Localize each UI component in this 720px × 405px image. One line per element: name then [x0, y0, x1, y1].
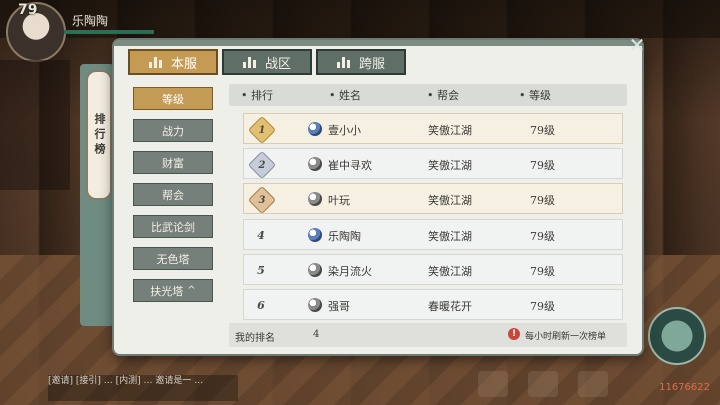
close-icon[interactable]: ✕	[626, 34, 648, 56]
guild-cell: 笑傲江湖	[428, 230, 472, 243]
left-side-menu	[0, 60, 70, 190]
player-name-cell: 壹小小	[328, 124, 361, 137]
bar-chart-icon	[336, 56, 351, 68]
player-name-cell: 强哥	[328, 300, 350, 313]
dot-icon: •	[427, 88, 434, 102]
bronze-medal-icon: 3	[247, 185, 277, 215]
category-label: 比武论剑	[151, 220, 195, 234]
dot-icon: •	[329, 88, 336, 102]
sect-icon	[308, 157, 322, 171]
tab-label: 本服	[170, 56, 197, 72]
chat-text: [邀请] [接引] … [内测] … 邀请是一 …	[48, 376, 204, 386]
category-label: 帮会	[162, 188, 184, 202]
table-row[interactable]: 2 崔中寻欢 笑傲江湖 79级	[243, 148, 623, 180]
player-name-cell: 乐陶陶	[328, 230, 361, 243]
rank-number: 4	[257, 228, 265, 242]
guild-cell: 笑傲江湖	[428, 265, 472, 278]
sect-icon	[308, 263, 322, 277]
guild-cell: 笑傲江湖	[428, 159, 472, 172]
dot-icon: •	[241, 88, 248, 102]
sect-icon	[308, 122, 322, 136]
gold-medal-icon: 1	[247, 115, 277, 145]
table-row[interactable]: 1 壹小小 笑傲江湖 79级	[243, 113, 623, 145]
table-header: • 排行 • 姓名 • 帮会 • 等级	[229, 84, 627, 106]
level-cell: 79级	[530, 265, 555, 278]
alert-icon: !	[508, 328, 520, 340]
rank-number: 5	[257, 263, 265, 277]
category-list: 等级 战力 财富 帮会 比武论剑 无色塔 扶光塔 ^	[133, 87, 213, 311]
category-fuguang-tower[interactable]: 扶光塔 ^	[133, 279, 213, 302]
category-guild[interactable]: 帮会	[133, 183, 213, 206]
bottom-button-1[interactable]	[478, 371, 508, 397]
my-rank-label: 我的排名	[235, 333, 275, 344]
rank-number: 1	[258, 124, 266, 136]
power-value: 11676622	[659, 382, 710, 393]
dot-icon: •	[519, 88, 526, 102]
level-cell: 79级	[530, 194, 555, 207]
level-cell: 79级	[530, 124, 555, 137]
player-name: 乐陶陶	[72, 14, 109, 28]
my-rank-footer: 我的排名 4 ! 每小时刷新一次榜单	[229, 323, 627, 347]
sect-icon	[308, 228, 322, 242]
rank-number: 6	[257, 298, 265, 312]
player-name-cell: 叶玩	[328, 194, 350, 207]
category-label: 无色塔	[156, 252, 190, 266]
guild-cell: 笑傲江湖	[428, 124, 472, 137]
header-guild: 帮会	[437, 89, 459, 102]
bottom-button-3[interactable]	[578, 371, 608, 397]
chat-box[interactable]: [邀请] [接引] … [内测] … 邀请是一 …	[48, 375, 238, 401]
category-level[interactable]: 等级	[133, 87, 213, 110]
category-martial-contest[interactable]: 比武论剑	[133, 215, 213, 238]
category-label: 等级	[162, 92, 184, 106]
bar-chart-icon	[148, 56, 163, 68]
table-row[interactable]: 4 乐陶陶 笑傲江湖 79级	[243, 219, 623, 250]
level-cell: 79级	[530, 300, 555, 313]
chevron-up-icon: ^	[187, 285, 196, 296]
table-row[interactable]: 5 染月流火 笑傲江湖 79级	[243, 254, 623, 285]
category-label: 扶光塔	[150, 284, 184, 298]
header-level: 等级	[529, 89, 551, 102]
bottom-action-buttons	[478, 371, 608, 397]
level-cell: 79级	[530, 159, 555, 172]
sect-icon	[308, 298, 322, 312]
category-power[interactable]: 战力	[133, 119, 213, 142]
player-name-cell: 崔中寻欢	[328, 159, 372, 172]
player-level: 79	[18, 2, 38, 18]
ranking-title-scroll: 排行榜	[86, 70, 112, 200]
tab-war-zone[interactable]: 战区	[222, 49, 312, 75]
rank-number: 3	[258, 194, 266, 206]
silver-medal-icon: 2	[247, 150, 277, 180]
skill-avatar-button[interactable]	[648, 307, 706, 365]
bar-chart-icon	[242, 56, 257, 68]
category-label: 财富	[162, 156, 184, 170]
health-bar	[64, 30, 154, 34]
bottom-button-2[interactable]	[528, 371, 558, 397]
player-name-cell: 染月流火	[328, 265, 372, 278]
ranking-title: 排行榜	[93, 112, 106, 158]
rank-number: 2	[258, 159, 266, 171]
guild-cell: 春暖花开	[428, 300, 472, 313]
tab-cross-server[interactable]: 跨服	[316, 49, 406, 75]
header-name: 姓名	[339, 89, 361, 102]
guild-cell: 笑傲江湖	[428, 194, 472, 207]
sect-icon	[308, 192, 322, 206]
refresh-note: 每小时刷新一次榜单	[525, 332, 607, 342]
tab-label: 跨服	[358, 56, 385, 72]
tab-label: 战区	[264, 56, 291, 72]
tab-local-server[interactable]: 本服	[128, 49, 218, 75]
table-row[interactable]: 3 叶玩 笑傲江湖 79级	[243, 183, 623, 215]
header-rank: 排行	[251, 89, 273, 102]
my-rank-value: 4	[313, 329, 320, 340]
level-cell: 79级	[530, 230, 555, 243]
category-colorless-tower[interactable]: 无色塔	[133, 247, 213, 270]
category-wealth[interactable]: 财富	[133, 151, 213, 174]
table-row[interactable]: 6 强哥 春暖花开 79级	[243, 289, 623, 320]
category-label: 战力	[162, 124, 184, 138]
